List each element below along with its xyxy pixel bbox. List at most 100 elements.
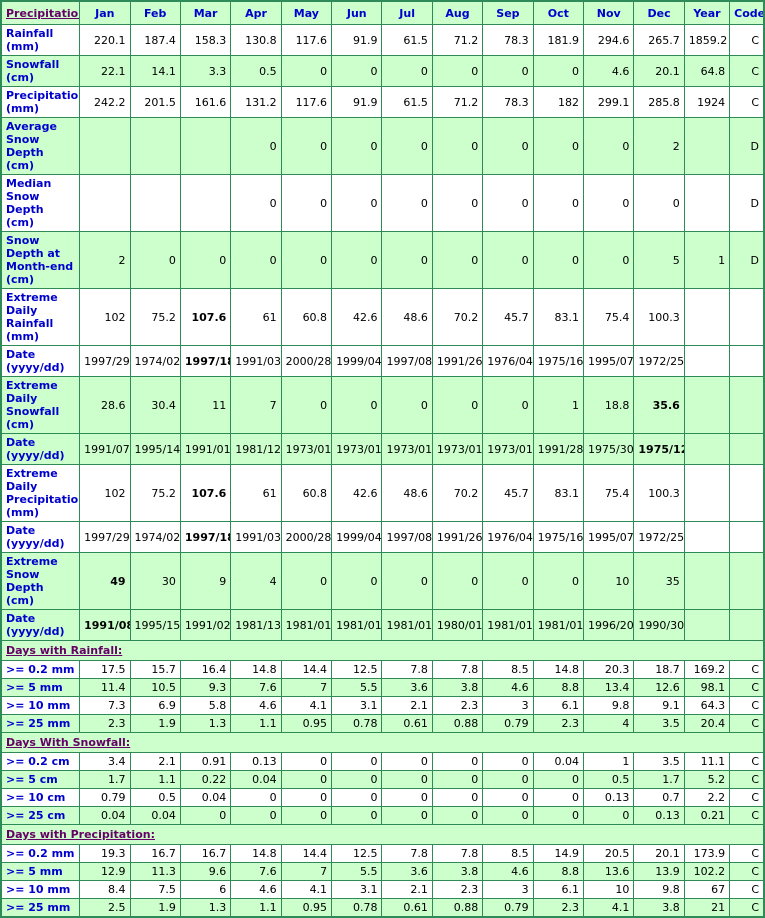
cell-value: 0 — [331, 806, 383, 825]
cell-value: 8.5 — [482, 660, 534, 679]
cell-value: 1.9 — [129, 714, 181, 733]
table-row: >= 10 mm 8.4 7.5 6 4.6 4.1 3.1 2.1 2.3 3 6.1 10 9.8 6… — [0, 880, 765, 899]
cell-value: 1995/15 — [129, 609, 181, 641]
cell-value: 0.13 — [230, 752, 282, 771]
cell-value: 0 — [280, 174, 333, 232]
cell-value — [683, 552, 731, 610]
cell-value: 5 — [633, 231, 685, 289]
cell-value: 0 — [230, 806, 282, 825]
cell-value: 3.8 — [633, 898, 685, 918]
cell-value: 78.3 — [482, 86, 534, 118]
column-header-may: May — [280, 0, 333, 25]
cell-value: 0 — [381, 174, 433, 232]
cell-value: 0.78 — [331, 898, 383, 918]
table-row: Date (yyyy/dd) 1991/08 1995/15 1991/02 1981/… — [0, 609, 765, 641]
cell-value: 35 — [633, 552, 685, 610]
cell-code: C — [729, 55, 765, 87]
cell-value: 0 — [280, 117, 333, 175]
cell-value — [179, 174, 232, 232]
cell-value: 0 — [381, 376, 433, 434]
table-row: Precipitation (mm) 242.2 201.5 161.6 131.2 11… — [0, 86, 765, 118]
cell-value: 1991/03 — [230, 345, 282, 377]
cell-value: 5.2 — [683, 770, 731, 789]
cell-value: 4.1 — [280, 696, 333, 715]
cell-value: 1975/30 — [583, 433, 635, 465]
cell-value: 0 — [482, 752, 534, 771]
cell-value: 7 — [280, 678, 333, 697]
cell-value: 1995/07 — [583, 521, 635, 553]
cell-value: 1997/18 — [179, 521, 232, 553]
cell-value: 0 — [381, 552, 433, 610]
cell-value: 1976/04 — [482, 345, 534, 377]
cell-value: 1995/14 — [129, 433, 181, 465]
cell-value: 7 — [230, 376, 282, 434]
cell-value: 0.04 — [129, 806, 181, 825]
cell-value: 294.6 — [583, 24, 635, 56]
cell-value — [683, 464, 731, 522]
row-label: Extreme Daily Precipitation (mm) — [0, 464, 81, 522]
cell-value: 1.1 — [129, 770, 181, 789]
cell-value: 91.9 — [331, 86, 383, 118]
cell-value: 4 — [230, 552, 282, 610]
cell-code: C — [729, 806, 765, 825]
cell-value: 9.1 — [633, 696, 685, 715]
cell-value: 1.9 — [129, 898, 181, 918]
cell-value: 30.4 — [129, 376, 181, 434]
cell-value: 1991/28 — [532, 433, 585, 465]
cell-value — [683, 521, 731, 553]
cell-value: 1997/29 — [79, 345, 131, 377]
cell-value: 2.1 — [381, 696, 433, 715]
cell-value: 242.2 — [79, 86, 131, 118]
cell-value: 0.79 — [79, 788, 131, 807]
cell-value: 0 — [331, 174, 383, 232]
cell-value: 0.79 — [482, 714, 534, 733]
cell-code: C — [729, 862, 765, 881]
cell-value: 5.5 — [331, 862, 383, 881]
cell-value: 8.4 — [79, 880, 131, 899]
cell-value: 0.04 — [179, 788, 232, 807]
table-row: >= 25 mm 2.3 1.9 1.3 1.1 0.95 0.78 0.61 0.88 0.79… — [0, 714, 765, 733]
cell-value: 0 — [331, 55, 383, 87]
cell-value: 4 — [583, 714, 635, 733]
cell-value: 60.8 — [280, 464, 333, 522]
cell-code: C — [729, 788, 765, 807]
cell-value: 12.5 — [331, 660, 383, 679]
column-header-jun: Jun — [331, 0, 383, 25]
table-row: >= 10 mm 7.3 6.9 5.8 4.6 4.1 3.1 2.1 2.3 3 6.1 9.8 9… — [0, 696, 765, 715]
cell-value: 2000/28 — [280, 521, 333, 553]
cell-value: 1924 — [683, 86, 731, 118]
cell-value: 1991/01 — [179, 433, 232, 465]
cell-value: 64.8 — [683, 55, 731, 87]
cell-value: 91.9 — [331, 24, 383, 56]
cell-value: 0 — [532, 55, 585, 87]
cell-value — [683, 609, 731, 641]
cell-value: 0 — [331, 552, 383, 610]
cell-value: 0 — [331, 117, 383, 175]
table-row: >= 0.2 mm 19.3 16.7 16.7 14.8 14.4 12.5 7.8 7.8 8… — [0, 844, 765, 863]
cell-value: 3.1 — [331, 696, 383, 715]
table-row: >= 25 cm 0.04 0.04 0 0 0 0 0 0 0 0 0 0.13 0.21 C — [0, 806, 765, 825]
cell-value: 0 — [633, 174, 685, 232]
cell-value: 0.95 — [280, 898, 333, 918]
cell-value: 20.3 — [583, 660, 635, 679]
cell-value: 2.1 — [381, 880, 433, 899]
threshold-row-label: >= 0.2 mm — [0, 660, 81, 679]
cell-value: 45.7 — [482, 288, 534, 346]
cell-value: 3.1 — [331, 880, 383, 899]
section-title-cell: Days With Snowfall: — [0, 732, 765, 753]
cell-value: 3.8 — [431, 862, 484, 881]
cell-value: 0 — [431, 552, 484, 610]
cell-value: 7.3 — [79, 696, 131, 715]
section-header-row: Days with Precipitation: — [0, 824, 765, 845]
row-label: Median Snow Depth (cm) — [0, 174, 81, 232]
threshold-row-label: >= 5 cm — [0, 770, 81, 789]
cell-value: 1997/18 — [179, 345, 232, 377]
cell-value: 0.91 — [179, 752, 232, 771]
cell-value: 0 — [482, 231, 534, 289]
threshold-row-label: >= 10 mm — [0, 696, 81, 715]
section-title: Days with Rainfall: — [6, 644, 123, 657]
row-label: Extreme Daily Rainfall (mm) — [0, 288, 81, 346]
column-header-feb: Feb — [129, 0, 181, 25]
cell-value: 182 — [532, 86, 585, 118]
cell-code — [729, 345, 765, 377]
